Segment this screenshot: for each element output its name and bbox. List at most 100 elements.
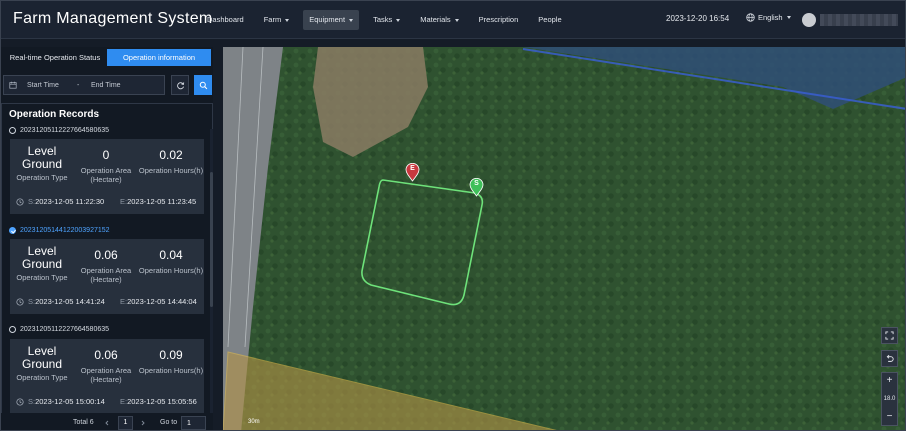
start-time: S: 2023-12-05 14:41:24 — [16, 297, 105, 306]
avatar[interactable] — [802, 13, 816, 27]
language-selector[interactable]: English — [746, 13, 791, 22]
start-time-value: 2023-12-05 11:22:30 — [35, 197, 105, 206]
operation-type-value: Level Ground — [21, 344, 63, 371]
tab-realtime-status[interactable]: Real-time Operation Status — [3, 49, 107, 66]
nav-prescription[interactable]: Prescription — [473, 10, 525, 30]
record-card[interactable]: Level Ground Operation Type 0.06 Operati… — [10, 239, 204, 314]
operation-area-value: 0.06 — [94, 248, 118, 262]
operation-type-label: Operation Type — [16, 173, 68, 182]
end-time-input[interactable]: End Time — [91, 82, 121, 89]
calendar-icon — [9, 81, 17, 89]
reset-view-icon — [886, 354, 894, 362]
record-id: 20231205144122003927152 — [20, 227, 110, 234]
nav-equipment-label: Equipment — [309, 15, 346, 24]
current-datetime: 2023-12-20 16:54 — [666, 14, 730, 23]
end-marker-label: E — [410, 165, 415, 172]
clock-icon — [16, 197, 24, 206]
start-time: S: 2023-12-05 15:00:14 — [16, 397, 105, 406]
operation-area-value: 0.06 — [94, 348, 118, 362]
clock-icon — [16, 397, 24, 406]
start-marker[interactable]: S — [469, 177, 484, 197]
operation-hours-label: Operation Hours(h) — [138, 366, 204, 375]
satellite-map[interactable]: E S 30m — [223, 47, 906, 431]
prev-page-button[interactable] — [101, 417, 113, 429]
refresh-button[interactable] — [171, 75, 189, 95]
top-header: Farm Management System Dashboard Farm Eq… — [1, 1, 905, 39]
search-button[interactable] — [194, 75, 212, 95]
record-card[interactable]: Level Ground Operation Type 0.06 Operati… — [10, 339, 204, 414]
map-scale: 30m — [248, 419, 260, 425]
nav-dashboard-label: Dashboard — [207, 15, 244, 24]
pagination: Total 6 1 Go to — [1, 413, 213, 430]
fullscreen-button[interactable] — [881, 327, 898, 344]
radio-button-checked[interactable] — [9, 227, 16, 234]
start-time-value: 2023-12-05 15:00:14 — [35, 397, 105, 406]
record-id-radio[interactable]: 20231205112227664580635 — [9, 326, 109, 333]
nav-farm-label: Farm — [263, 15, 282, 24]
nav-tasks-label: Tasks — [373, 15, 393, 24]
record-id-radio[interactable]: 20231205112227664580635 — [9, 127, 109, 134]
nav-tasks[interactable]: Tasks — [367, 10, 406, 30]
clock-icon — [16, 297, 24, 306]
chevron-down-icon — [454, 18, 459, 22]
operation-hours-value: 0.09 — [159, 348, 183, 362]
start-marker-label: S — [474, 180, 479, 187]
record-id: 20231205112227664580635 — [20, 127, 110, 134]
nav-materials-label: Materials — [420, 15, 451, 24]
record-card[interactable]: Level Ground Operation Type 0 Operation … — [10, 139, 204, 214]
start-time-value: 2023-12-05 14:41:24 — [35, 297, 105, 306]
nav-prescription-label: Prescription — [478, 15, 519, 24]
zoom-out-button[interactable]: − — [882, 410, 897, 424]
chevron-down-icon — [285, 18, 290, 22]
language-label: English — [758, 13, 783, 22]
pagination-total: Total 6 — [73, 419, 94, 426]
refresh-icon — [176, 81, 184, 89]
next-page-button[interactable] — [137, 417, 149, 429]
date-range-picker[interactable]: Start Time - End Time — [3, 75, 165, 95]
operation-records-panel: Operation Records 2023120511222766458063… — [1, 103, 213, 428]
sidebar-tabs: Real-time Operation Status Operation inf… — [3, 49, 211, 66]
search-icon — [199, 81, 207, 89]
start-time-input[interactable]: Start Time — [27, 82, 63, 89]
map-canvas[interactable] — [223, 47, 906, 431]
end-time: E:2023-12-05 15:05:56 — [120, 397, 197, 406]
chevron-down-icon — [349, 18, 354, 22]
chevron-down-icon — [396, 18, 401, 22]
zoom-level: 18.0 — [883, 396, 896, 402]
operation-type-value: Level Ground — [21, 144, 63, 171]
end-time: E:2023-12-05 14:44:04 — [120, 297, 197, 306]
nav-people[interactable]: People — [532, 10, 567, 30]
record-id-radio[interactable]: 20231205144122003927152 — [9, 227, 110, 234]
end-time-value: 2023-12-05 15:05:56 — [127, 397, 197, 406]
operation-area-label: Operation Area (Hectare) — [80, 266, 132, 284]
operation-hours-value: 0.04 — [159, 248, 183, 262]
radio-button[interactable] — [9, 127, 16, 134]
sidebar: Real-time Operation Status Operation inf… — [1, 47, 213, 430]
app-window: Farm Management System Dashboard Farm Eq… — [0, 0, 906, 431]
records-title: Operation Records — [9, 109, 100, 120]
start-prefix: S: — [28, 397, 36, 406]
date-range-separator: - — [77, 81, 80, 89]
zoom-in-button[interactable]: + — [882, 374, 897, 388]
end-marker[interactable]: E — [405, 162, 420, 182]
tab-operation-information[interactable]: Operation information — [107, 49, 211, 66]
operation-hours-label: Operation Hours(h) — [138, 166, 204, 175]
radio-button[interactable] — [9, 326, 16, 333]
operation-area-value: 0 — [102, 148, 110, 162]
nav-materials[interactable]: Materials — [414, 10, 464, 30]
page-number-button[interactable]: 1 — [118, 416, 133, 430]
operation-type-label: Operation Type — [16, 373, 68, 382]
chevron-left-icon — [105, 420, 109, 426]
main-nav: Dashboard Farm Equipment Tasks Materials… — [201, 10, 576, 30]
record-id: 20231205112227664580635 — [20, 326, 110, 333]
end-time-value: 2023-12-05 11:23:45 — [127, 197, 197, 206]
nav-farm[interactable]: Farm — [258, 10, 296, 30]
goto-page-input[interactable] — [181, 416, 206, 430]
username-redacted — [820, 14, 898, 26]
nav-dashboard[interactable]: Dashboard — [201, 10, 250, 30]
goto-label: Go to — [160, 419, 178, 426]
reset-view-button[interactable] — [881, 350, 898, 367]
records-scrollbar-thumb[interactable] — [210, 172, 213, 307]
nav-people-label: People — [538, 15, 562, 24]
nav-equipment[interactable]: Equipment — [303, 10, 360, 30]
